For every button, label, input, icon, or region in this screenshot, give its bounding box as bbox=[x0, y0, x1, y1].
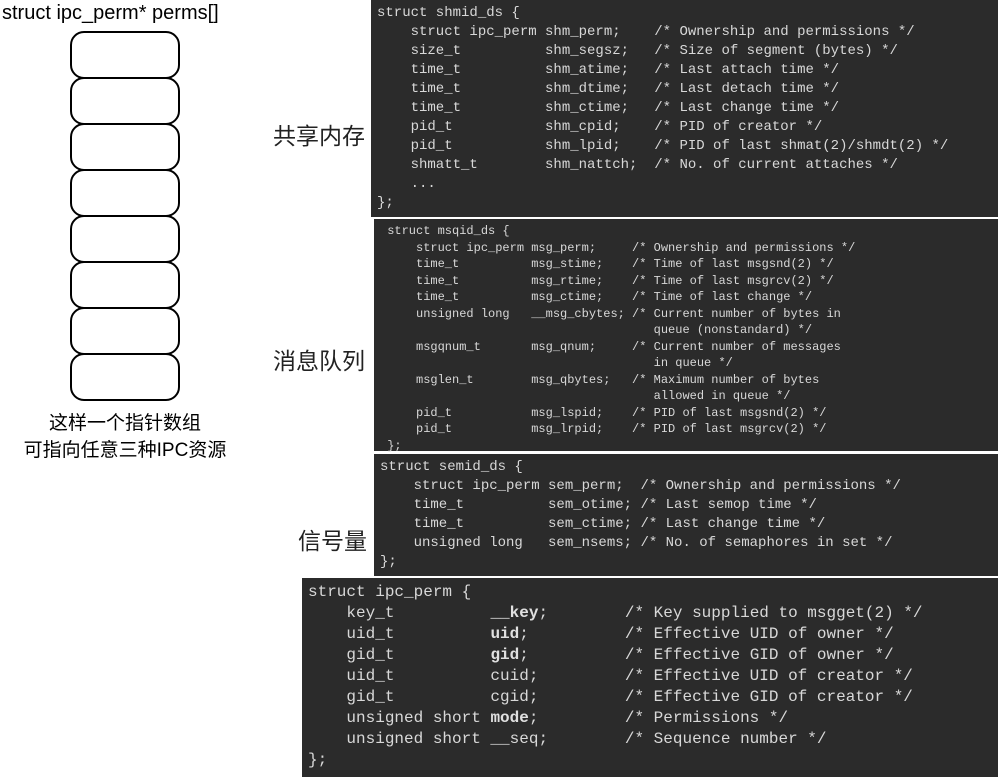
array-cell bbox=[70, 77, 180, 125]
label-shared-memory: 共享内存 bbox=[273, 117, 365, 151]
array-cell bbox=[70, 307, 180, 355]
code-block-msqid-ds: struct msqid_ds { struct ipc_perm msg_pe… bbox=[374, 219, 998, 451]
array-cell bbox=[70, 215, 180, 263]
array-cell bbox=[70, 353, 180, 401]
label-semaphore: 信号量 bbox=[298, 522, 367, 556]
array-cell bbox=[70, 31, 180, 79]
array-cell bbox=[70, 169, 180, 217]
code-block-shmid-ds: struct shmid_ds { struct ipc_perm shm_pe… bbox=[371, 0, 998, 217]
array-title: struct ipc_perm* perms[] bbox=[0, 0, 250, 27]
code-block-semid-ds: struct semid_ds { struct ipc_perm sem_pe… bbox=[374, 454, 998, 576]
code-block-ipc-perm: struct ipc_perm { key_t __key; /* Key su… bbox=[302, 578, 998, 777]
label-message-queue: 消息队列 bbox=[273, 342, 365, 376]
array-caption-line2: 可指向任意三种IPC资源 bbox=[24, 440, 227, 461]
array-cell bbox=[70, 261, 180, 309]
array-caption-line1: 这样一个指针数组 bbox=[49, 413, 201, 434]
array-stack bbox=[70, 31, 250, 401]
array-caption: 这样一个指针数组 可指向任意三种IPC资源 bbox=[0, 411, 250, 464]
left-panel: struct ipc_perm* perms[] 这样一个指针数组 可指向任意三… bbox=[0, 0, 250, 464]
array-cell bbox=[70, 123, 180, 171]
